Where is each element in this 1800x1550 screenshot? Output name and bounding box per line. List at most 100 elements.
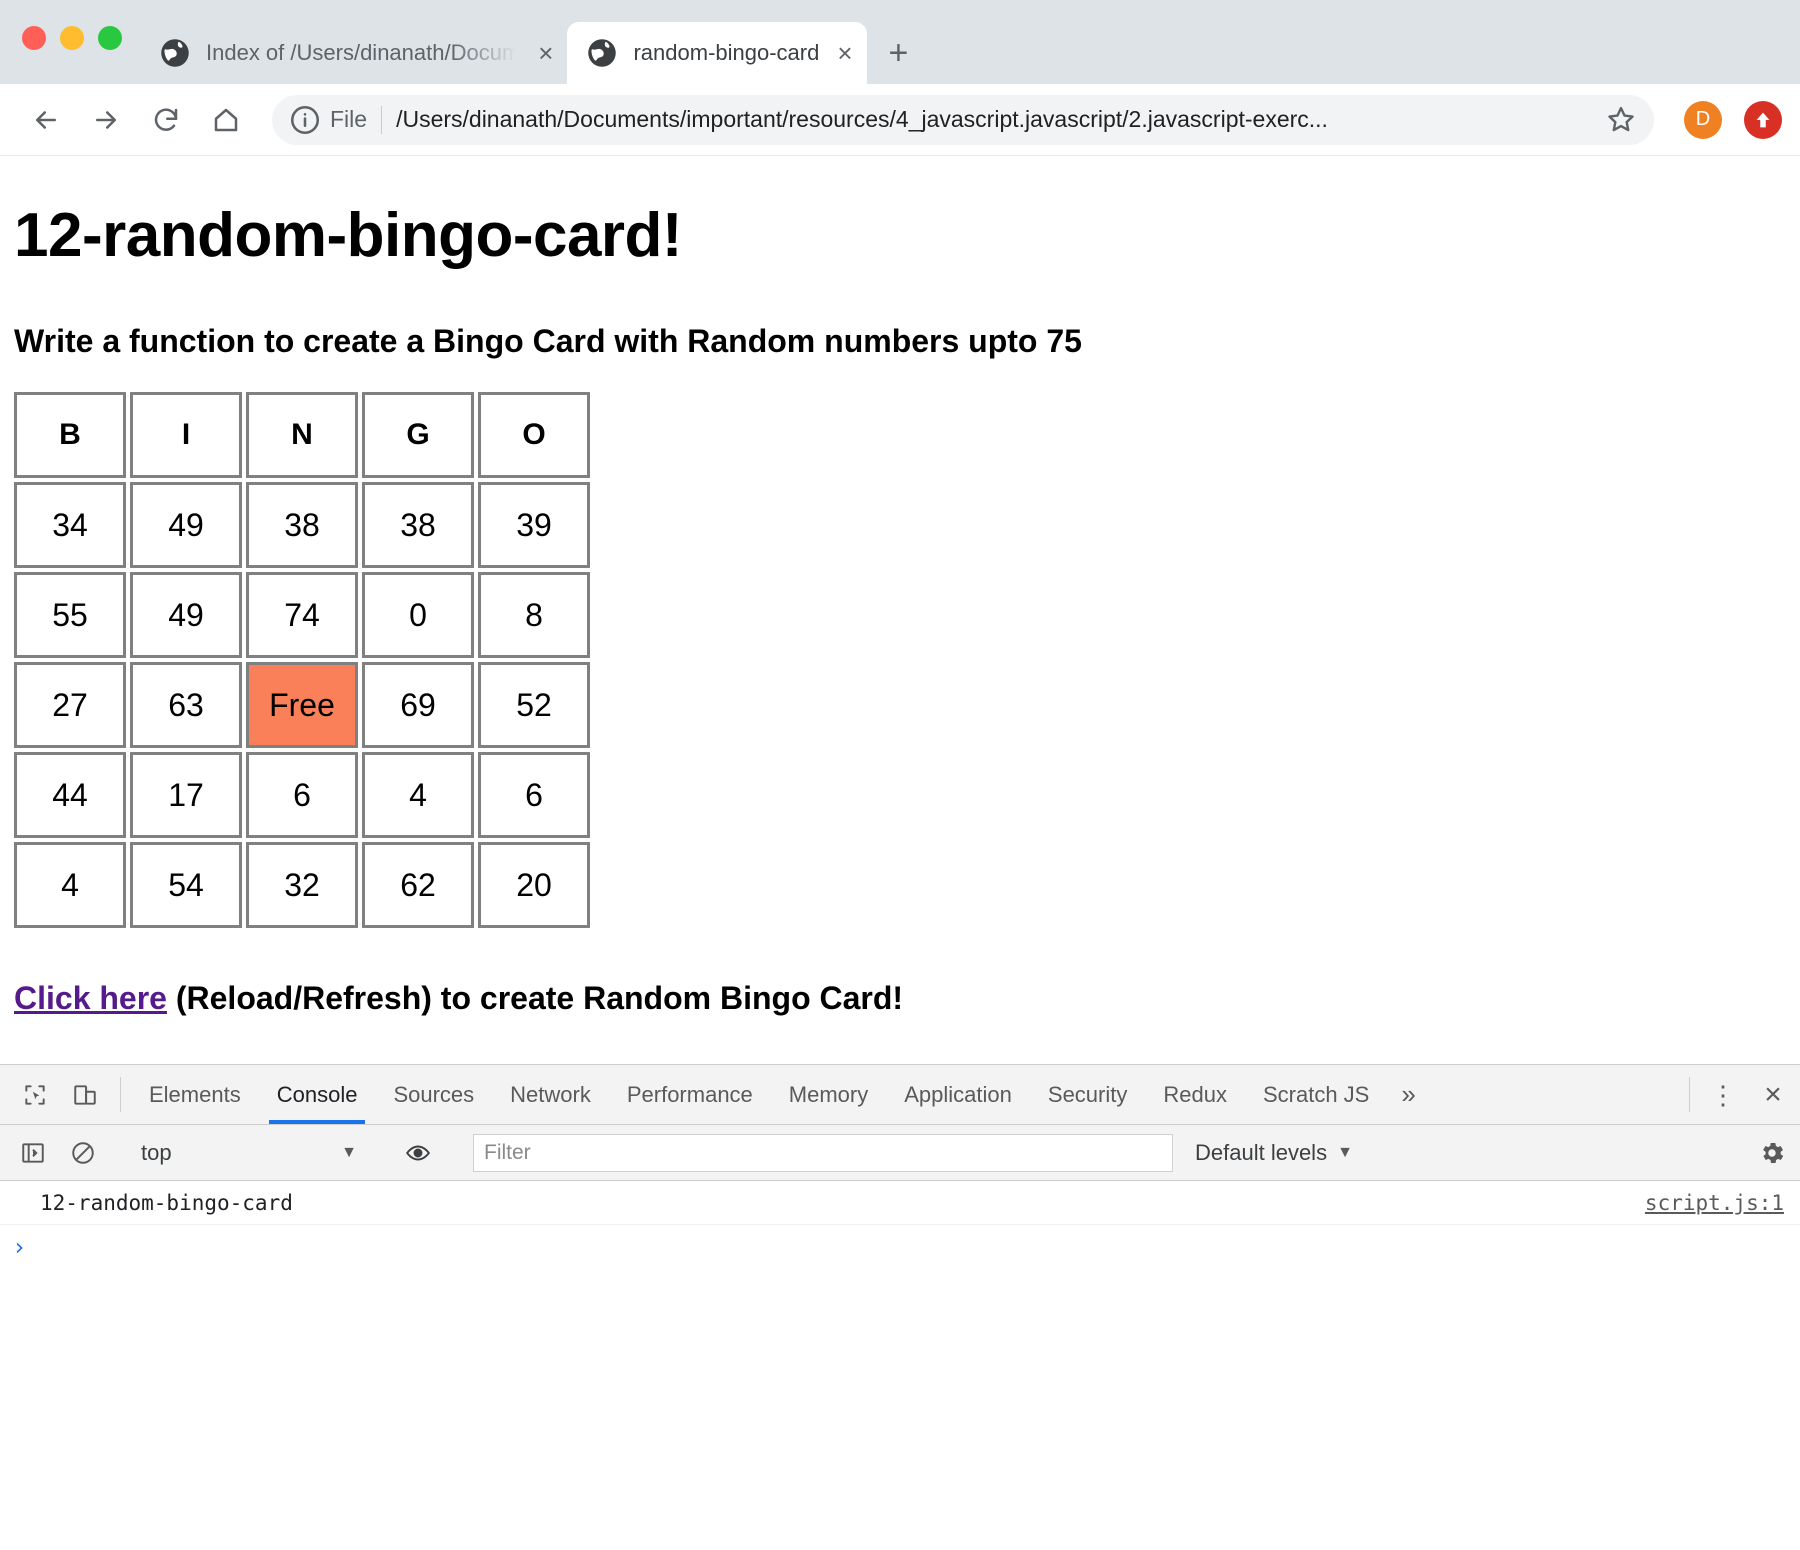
bingo-cell: 55 — [14, 572, 126, 658]
bingo-cell: 32 — [246, 842, 358, 928]
devtools-tabbar-spacer — [1430, 1065, 1679, 1124]
back-button[interactable] — [18, 92, 74, 148]
profile-avatar[interactable]: D — [1684, 100, 1722, 139]
tab-elements[interactable]: Elements — [131, 1065, 259, 1124]
console-filter-input[interactable]: Filter — [473, 1133, 1173, 1172]
bingo-cell: 52 — [478, 662, 590, 748]
bingo-cell: 4 — [14, 842, 126, 928]
reload-cta-text: (Reload/Refresh) to create Random Bingo … — [166, 980, 904, 1016]
tab-memory[interactable]: Memory — [771, 1065, 886, 1124]
console-sidebar-icon[interactable] — [8, 1140, 58, 1166]
bingo-header-cell: O — [478, 392, 590, 478]
browser-window: Index of /Users/dinanath/Docum × random-… — [0, 0, 1800, 1546]
console-levels-selector[interactable]: Default levels ▼ — [1195, 1140, 1353, 1166]
click-here-link[interactable]: Click here — [14, 980, 167, 1016]
bingo-cell: 39 — [478, 482, 590, 568]
url-text[interactable]: /Users/dinanath/Documents/important/reso… — [382, 106, 1594, 133]
console-message-source-link[interactable]: script.js:1 — [1645, 1191, 1784, 1215]
bingo-cell: 54 — [130, 842, 242, 928]
bingo-cell: 27 — [14, 662, 126, 748]
page-title: 12-random-bingo-card! — [14, 201, 683, 270]
live-expression-icon[interactable] — [390, 1140, 446, 1166]
bingo-row: 34 49 38 38 39 — [14, 482, 590, 568]
console-input-prompt[interactable]: › — [0, 1225, 1800, 1269]
bingo-cell: 17 — [130, 752, 242, 838]
tab-redux[interactable]: Redux — [1145, 1065, 1245, 1124]
maximize-window-button[interactable] — [98, 26, 122, 50]
inspect-element-icon[interactable] — [10, 1065, 60, 1124]
browser-tab-1-close-icon[interactable]: × — [538, 40, 553, 66]
home-button[interactable] — [198, 92, 254, 148]
home-icon — [214, 108, 238, 131]
bingo-cell: 49 — [130, 482, 242, 568]
reload-icon — [154, 107, 178, 131]
bingo-cell: 62 — [362, 842, 474, 928]
arrow-right-icon — [96, 110, 116, 129]
tab-strip: Index of /Users/dinanath/Docum × random-… — [0, 0, 1800, 84]
browser-tab-2[interactable]: random-bingo-card × — [567, 22, 867, 84]
bingo-header-cell: G — [362, 392, 474, 478]
console-toolbar: top ▼ Filter Default levels ▼ — [0, 1125, 1800, 1181]
tab-security[interactable]: Security — [1030, 1065, 1145, 1124]
bingo-header-row: B I N G O — [14, 392, 590, 478]
prompt-chevron-icon: › — [12, 1233, 27, 1261]
tab-console[interactable]: Console — [259, 1065, 376, 1124]
bingo-cell: 38 — [362, 482, 474, 568]
page-subtitle: Write a function to create a Bingo Card … — [14, 323, 1082, 359]
bingo-cell: 38 — [246, 482, 358, 568]
console-context-selector[interactable]: top ▼ — [129, 1140, 369, 1166]
bingo-table-body: B I N G O 34 49 38 38 39 55 49 74 0 8 27… — [14, 392, 590, 928]
arrow-left-icon — [36, 110, 56, 129]
console-message-row: 12-random-bingo-card script.js:1 — [0, 1181, 1800, 1225]
bookmark-star-icon[interactable] — [1604, 103, 1638, 137]
bingo-row: 27 63 Free 69 52 — [14, 662, 590, 748]
browser-tab-2-close-icon[interactable]: × — [837, 40, 852, 66]
bingo-cell: 44 — [14, 752, 126, 838]
tab-performance[interactable]: Performance — [609, 1065, 771, 1124]
bingo-cell: 74 — [246, 572, 358, 658]
clear-console-icon[interactable] — [58, 1140, 108, 1166]
update-available-icon[interactable] — [1744, 100, 1782, 139]
browser-tab-2-title: random-bingo-card — [633, 40, 820, 65]
bingo-free-cell: Free — [246, 662, 358, 748]
devtools-toolbar-divider — [120, 1077, 121, 1112]
bingo-cell: 49 — [130, 572, 242, 658]
more-tabs-icon[interactable]: » — [1387, 1065, 1429, 1124]
url-scheme-label: File — [330, 106, 368, 132]
devtools-tabbar-divider-right — [1689, 1077, 1690, 1112]
bingo-cell: 6 — [246, 752, 358, 838]
bingo-cell: 6 — [478, 752, 590, 838]
bingo-row: 4 54 32 62 20 — [14, 842, 590, 928]
close-devtools-icon[interactable]: × — [1746, 1065, 1800, 1124]
reload-button[interactable] — [138, 92, 194, 148]
page-content: 12-random-bingo-card! Write a function t… — [0, 156, 1800, 1064]
bingo-card-table: B I N G O 34 49 38 38 39 55 49 74 0 8 27… — [10, 388, 594, 932]
browser-tab-1[interactable]: Index of /Users/dinanath/Docum × — [140, 22, 568, 84]
new-tab-button[interactable]: + — [889, 36, 909, 70]
console-message-text: 12-random-bingo-card — [40, 1190, 293, 1215]
window-controls — [22, 26, 122, 50]
bingo-row: 44 17 6 4 6 — [14, 752, 590, 838]
chevron-down-icon: ▼ — [1337, 1143, 1353, 1161]
minimize-window-button[interactable] — [60, 26, 84, 50]
globe-icon — [587, 38, 617, 68]
bingo-header-cell: I — [130, 392, 242, 478]
close-window-button[interactable] — [22, 26, 46, 50]
devtools-tab-bar: Elements Console Sources Network Perform… — [0, 1065, 1800, 1125]
tab-scratch-js[interactable]: Scratch JS — [1245, 1065, 1387, 1124]
bingo-cell: 69 — [362, 662, 474, 748]
console-context-label: top — [141, 1139, 172, 1165]
tabs-container: Index of /Users/dinanath/Docum × random-… — [140, 22, 908, 84]
reload-cta: Click here (Reload/Refresh) to create Ra… — [14, 980, 1786, 1017]
forward-button[interactable] — [78, 92, 134, 148]
info-icon[interactable] — [288, 103, 322, 137]
device-toolbar-icon[interactable] — [60, 1065, 110, 1124]
devtools-panel: Elements Console Sources Network Perform… — [0, 1064, 1800, 1546]
devtools-menu-icon[interactable]: ⋮ — [1700, 1065, 1746, 1124]
address-bar[interactable]: File /Users/dinanath/Documents/important… — [272, 94, 1654, 145]
tab-application[interactable]: Application — [886, 1065, 1030, 1124]
tab-network[interactable]: Network — [492, 1065, 609, 1124]
bingo-cell: 4 — [362, 752, 474, 838]
gear-icon[interactable] — [1744, 1139, 1800, 1167]
tab-sources[interactable]: Sources — [375, 1065, 492, 1124]
